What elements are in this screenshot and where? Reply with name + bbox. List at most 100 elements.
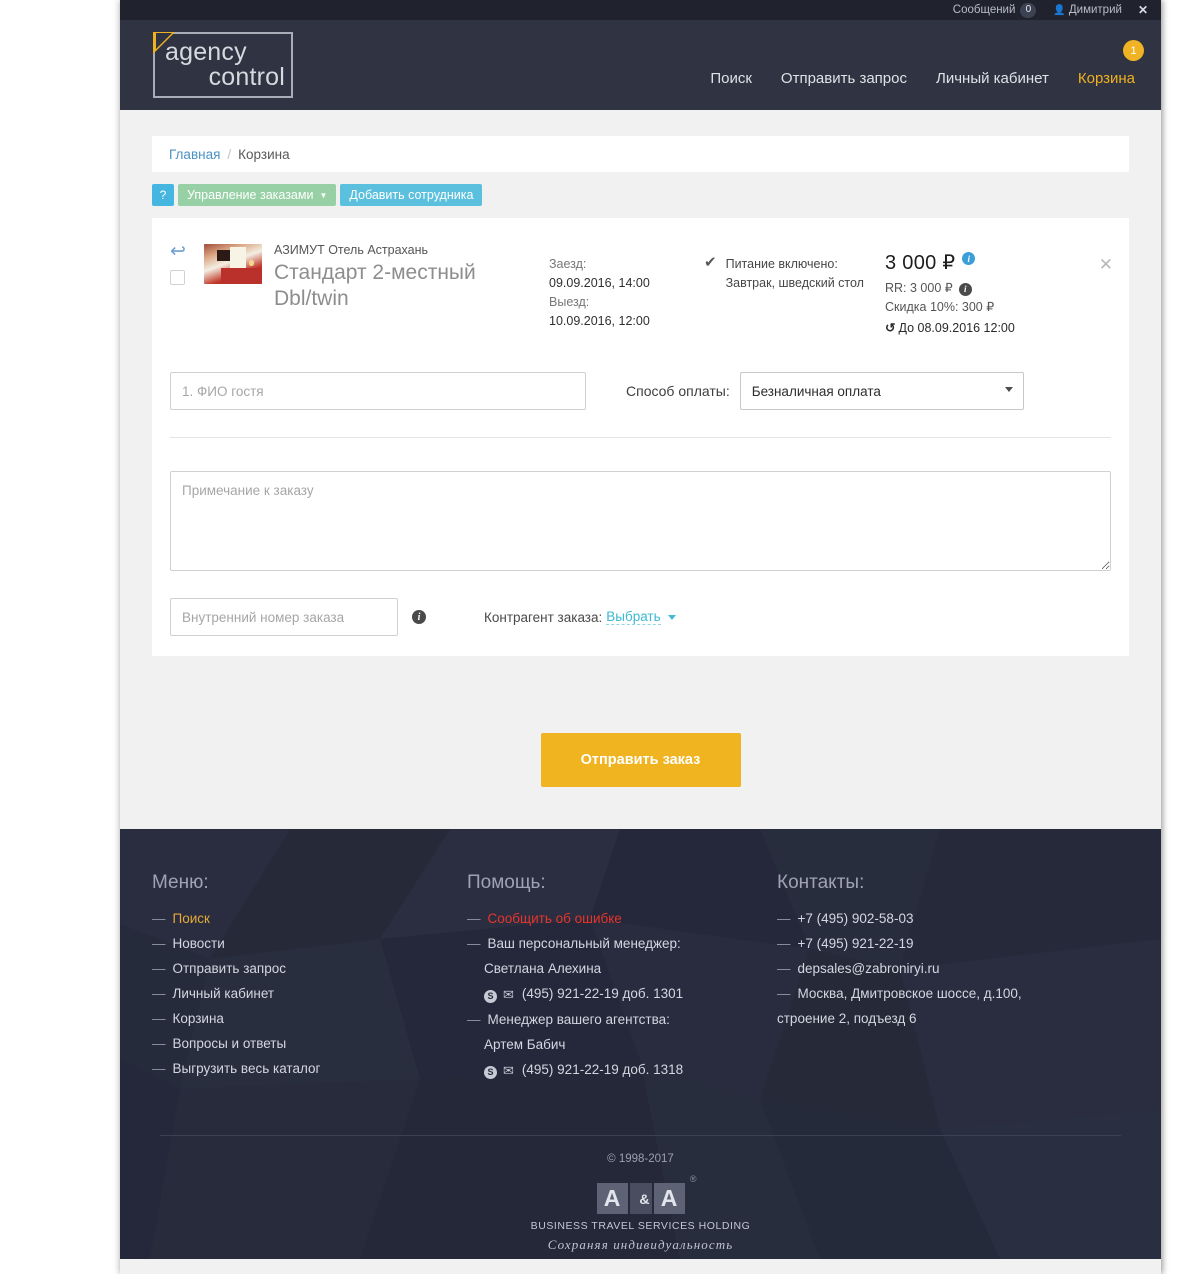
messages-link[interactable]: Сообщений 0 [953, 2, 1037, 18]
dash-icon: — [777, 961, 791, 976]
nav-item-cart[interactable]: Корзина [1078, 70, 1135, 87]
footer-divider [160, 1135, 1121, 1136]
footer-link-news[interactable]: Новости [173, 936, 225, 951]
room-thumbnail[interactable] [204, 244, 262, 284]
room-name: Стандарт 2-местный Dbl/twin [274, 261, 476, 310]
messages-count-badge: 0 [1020, 2, 1037, 18]
skype-icon[interactable]: S [484, 1066, 497, 1079]
site-logo[interactable]: agency control [153, 32, 293, 98]
contact-email[interactable]: depsales@zabroniryi.ru [798, 961, 940, 976]
chevron-down-icon[interactable] [667, 614, 676, 620]
registered-trademark-icon: ® [689, 1174, 697, 1184]
thumb-bed-shape [221, 268, 262, 284]
footer-link-search[interactable]: Поиск [173, 911, 210, 926]
contact-phone-2[interactable]: +7 (495) 921-22-19 [798, 936, 914, 951]
skype-icon[interactable]: S [484, 990, 497, 1003]
dash-icon: — [152, 961, 166, 976]
footer-help-list: — Сообщить об ошибке — Ваш персональный ме… [467, 906, 777, 1083]
user-menu[interactable]: 👤 Димитрий [1053, 4, 1122, 16]
checkin-value: 09.09.2016, 14:00 [549, 276, 650, 290]
masthead: agency control Поиск Отправить запрос Ли… [120, 20, 1161, 110]
footer-link-cart[interactable]: Корзина [173, 1011, 224, 1026]
counterparty-select-link[interactable]: Выбрать [606, 609, 661, 625]
top-utility-bar: Сообщений 0 👤 Димитрий ✕ [120, 0, 1161, 20]
internal-number-info-icon[interactable]: i [412, 610, 426, 624]
check-icon: ✔ [704, 254, 717, 271]
footer-menu-column: Меню: — Поиск — Новости — Отправить запрос … [152, 872, 467, 1083]
mail-icon[interactable]: ✉ [503, 987, 514, 1002]
footer-columns: Меню: — Поиск — Новости — Отправить запрос … [152, 872, 1129, 1083]
note-wrapper [152, 471, 1129, 576]
hotel-name[interactable]: АЗИМУТ Отель Астрахань [274, 242, 549, 258]
list-item: — Новости [152, 931, 467, 956]
footer-link-report-error[interactable]: Сообщить об ошибке [488, 911, 622, 926]
internal-order-number-input[interactable] [170, 598, 398, 636]
guest-payment-row: Способ оплаты: Безналичная оплата [152, 372, 1129, 410]
meal-value: Завтрак, шведский стол [725, 276, 864, 290]
list-item: — +7 (495) 921-22-19 [777, 931, 1129, 956]
mail-icon[interactable]: ✉ [503, 1063, 514, 1078]
dash-icon: — [152, 911, 166, 926]
booking-row: ↩ АЗИМУТ Отель Астрахань Стандарт 2-мест… [152, 242, 1129, 338]
site-footer: Меню: — Поиск — Новости — Отправить запрос … [120, 829, 1161, 1259]
logout-close-icon[interactable]: ✕ [1138, 3, 1148, 17]
personal-manager-phone: (495) 921-22-19 доб. 1301 [521, 986, 684, 1001]
cancel-deadline: До 08.09.2016 12:00 [898, 321, 1015, 335]
breadcrumb: Главная / Корзина [152, 136, 1129, 172]
meal-text-block: Питание включено: Завтрак, шведский стол [726, 255, 864, 338]
agency-manager-phone: (495) 921-22-19 доб. 1318 [521, 1062, 684, 1077]
help-button[interactable]: ? [152, 184, 174, 206]
footer-link-export-catalog[interactable]: Выгрузить весь каталог [173, 1061, 321, 1076]
checkout-label: Выезд: [549, 295, 590, 309]
submit-row: Отправить заказ [152, 733, 1129, 829]
submit-order-button[interactable]: Отправить заказ [540, 733, 741, 787]
booking-title-column: АЗИМУТ Отель Астрахань Стандарт 2-местны… [274, 242, 549, 338]
list-item: — Ваш персональный менеджер: [467, 931, 777, 956]
list-item: — Сообщить об ошибке [467, 906, 777, 931]
guest-name-input[interactable] [170, 372, 586, 410]
manage-orders-button[interactable]: Управление заказами ▼ [178, 184, 337, 206]
list-item: — Менеджер вашего агентства: [467, 1007, 777, 1032]
personal-manager-name: Светлана Алехина [484, 961, 602, 976]
contact-address: Москва, Дмитровское шоссе, д.100, строен… [777, 986, 1022, 1026]
add-employee-button[interactable]: Добавить сотрудника [340, 184, 483, 206]
list-item: — depsales@zabroniryi.ru [777, 956, 1129, 981]
order-note-textarea[interactable] [170, 471, 1111, 571]
booking-select-checkbox[interactable] [170, 270, 185, 285]
dash-icon: — [152, 1011, 166, 1026]
payment-method-select[interactable]: Безналичная оплата [739, 372, 1024, 410]
discount-value: Скидка 10%: 300 ₽ [885, 300, 995, 314]
footer-link-faq[interactable]: Вопросы и ответы [173, 1036, 287, 1051]
breadcrumb-home[interactable]: Главная [169, 147, 220, 162]
undo-clock-icon: ↻ [885, 321, 896, 335]
booking-row-controls: ↩ [170, 242, 204, 338]
price-info-icon[interactable]: i [962, 252, 976, 265]
undo-icon[interactable]: ↩ [170, 242, 204, 261]
contact-phone-1[interactable]: +7 (495) 902-58-03 [798, 911, 914, 926]
rr-info-icon[interactable]: i [958, 282, 972, 296]
dash-icon: — [152, 1061, 166, 1076]
footer-link-send-request[interactable]: Отправить запрос [173, 961, 286, 976]
nav-item-search[interactable]: Поиск [710, 70, 752, 87]
remove-booking-icon[interactable]: ✕ [1099, 256, 1113, 273]
price-main-row: 3 000 ₽ i [885, 250, 1111, 275]
footer-help-column: Помощь: — Сообщить об ошибке — Ваш персона… [467, 872, 777, 1083]
main-navigation: Поиск Отправить запрос Личный кабинет 1 … [710, 40, 1144, 87]
payment-method-label: Способ оплаты: [626, 383, 730, 399]
dash-icon: — [152, 1036, 166, 1051]
personal-manager-label: Ваш персональный менеджер: [487, 936, 681, 951]
nav-item-send-request[interactable]: Отправить запрос [781, 70, 907, 87]
brand-subtitle: BUSINESS TRAVEL SERVICES HOLDING [530, 1220, 751, 1232]
dash-icon: — [777, 936, 791, 951]
list-item: — Поиск [152, 906, 467, 931]
booking-dates-column: Заезд: 09.09.2016, 14:00 Выезд: 10.09.20… [549, 242, 704, 338]
nav-item-personal-account[interactable]: Личный кабинет [936, 70, 1049, 87]
user-name: Димитрий [1068, 4, 1122, 16]
agency-manager-contact-row: S ✉ (495) 921-22-19 доб. 1318 [467, 1057, 777, 1083]
personal-manager-contact-row: S ✉ (495) 921-22-19 доб. 1301 [467, 981, 777, 1007]
price-value: 3 000 ₽ [885, 252, 956, 274]
breadcrumb-current: Корзина [238, 146, 290, 162]
footer-link-personal-account[interactable]: Личный кабинет [173, 986, 275, 1001]
thumb-lamp-shape [248, 260, 254, 267]
dash-icon: — [777, 986, 791, 1001]
